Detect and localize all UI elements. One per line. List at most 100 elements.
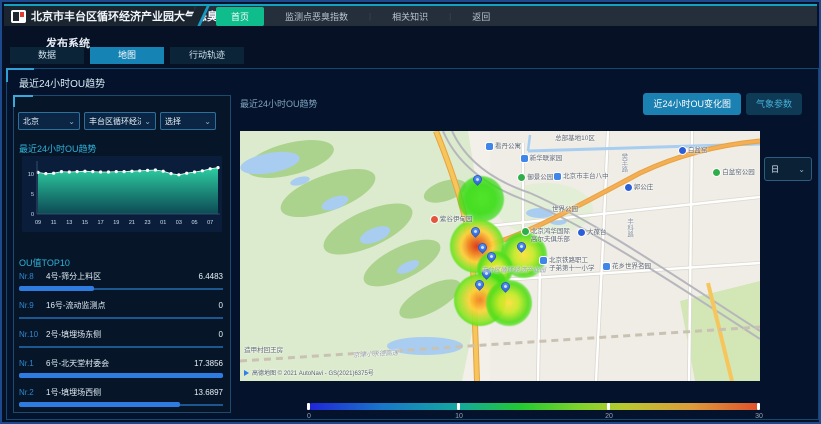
publish-tab-1[interactable]: 数据 xyxy=(10,47,84,64)
ranking-rank: Nr.2 xyxy=(19,388,40,397)
map-canvas[interactable]: 看丹公寓总部基地10区新华联家园御景公园北京市丰台八中郭公庄白盆窑白盆窑公园紫谷… xyxy=(240,131,760,381)
colorbar-tick xyxy=(757,403,760,410)
svg-text:15: 15 xyxy=(82,220,88,226)
colorbar xyxy=(309,403,759,410)
ranking-name: 4号-筛分上料区 xyxy=(46,271,199,282)
map-labels: 看丹公寓总部基地10区新华联家园御景公园北京市丰台八中郭公庄白盆窑白盆窑公园紫谷… xyxy=(240,131,760,381)
map-label: 白盆窑 xyxy=(679,147,708,155)
ranking-row: Nr.10 2号-填埋场东侧0 xyxy=(19,329,223,350)
nav-tab-1[interactable]: 首页 xyxy=(216,7,264,26)
map-label: 造甲村回王房 xyxy=(244,347,283,355)
colorbar-tick-label: 10 xyxy=(455,413,463,420)
map-label-text: 北京市丰台八中 xyxy=(563,173,609,181)
colorbar-tick xyxy=(457,403,460,410)
brand-block: 北京市丰台区循环经济产业园大气恶臭状况实时 xyxy=(4,6,194,26)
ranking-rank: Nr.10 xyxy=(19,330,40,339)
svg-text:17: 17 xyxy=(98,220,104,226)
header-bar: 北京市丰台区循环经济产业园大气恶臭状况实时 首页监测点恶臭指数|相关知识|返回 xyxy=(4,4,817,26)
map-button-1[interactable]: 近24小时OU变化图 xyxy=(643,93,741,115)
map-label: 北京市丰台八中 xyxy=(554,173,609,181)
ranking-bar-fill xyxy=(19,402,180,407)
time-range-value: 日 xyxy=(771,164,779,175)
ranking-value: 6.4483 xyxy=(199,272,223,281)
map-label-text: 京津小永德高速 xyxy=(353,350,399,360)
colorbar-legend: 0102030 xyxy=(309,403,759,423)
map-buttons: 近24小时OU变化图气象参数 xyxy=(643,93,802,115)
svg-text:11: 11 xyxy=(51,220,57,226)
map-label: 看丹公寓 xyxy=(486,143,521,151)
ranking-value: 0 xyxy=(219,330,223,339)
publish-tab-3[interactable]: 行动轨迹 xyxy=(170,47,244,64)
svg-text:0: 0 xyxy=(31,212,34,218)
map-label-text: 白盆窑公园 xyxy=(722,169,755,177)
ranking-rank: Nr.1 xyxy=(19,359,40,368)
nav-tab-3[interactable]: 相关知识 xyxy=(384,7,436,26)
park-poi-icon xyxy=(713,169,720,176)
map-label: 樊羊路 xyxy=(619,153,627,173)
filter-select-1[interactable]: 北京⌄ xyxy=(18,112,80,130)
ranking-bar-track xyxy=(19,346,223,348)
ranking-row: Nr.916号-流动监测点0 xyxy=(19,300,223,321)
ranking-bar-fill xyxy=(19,373,223,378)
map-label-text: 造甲村回王房 xyxy=(244,347,283,355)
svg-text:01: 01 xyxy=(160,220,166,226)
map-label: 京津小永德高速 xyxy=(353,350,399,360)
panel-title: 最近24小时OU趋势 xyxy=(19,75,105,90)
svg-text:19: 19 xyxy=(113,220,119,226)
svg-text:03: 03 xyxy=(176,220,182,226)
nav-tab-2[interactable]: 监测点恶臭指数 xyxy=(277,7,356,26)
map-label: 新华联家园 xyxy=(521,155,563,163)
map-label: 世界公园 xyxy=(552,206,578,214)
ranking-row: Nr.8 4号-筛分上料区6.4483 xyxy=(19,271,223,292)
map-label-text: 郭公庄 xyxy=(634,184,654,192)
publish-tab-2[interactable]: 地图 xyxy=(90,47,164,64)
svg-text:09: 09 xyxy=(35,220,41,226)
blue-poi-icon xyxy=(603,263,610,270)
ranking-row: Nr.16号-北天堂村委会17.3856 xyxy=(19,358,223,379)
nav-tab-4[interactable]: 返回 xyxy=(464,7,498,26)
app-frame: 北京市丰台区循环经济产业园大气恶臭状况实时 首页监测点恶臭指数|相关知识|返回 … xyxy=(0,0,821,424)
ranking-name: 2号-填埋场东侧 xyxy=(46,329,219,340)
blue-poi-icon xyxy=(521,155,528,162)
ranking-name: 6号-北天堂村委会 xyxy=(46,358,194,369)
blue-poi-icon xyxy=(486,143,493,150)
colorbar-tick-label: 30 xyxy=(755,413,763,420)
ranking-rank: Nr.9 xyxy=(19,301,40,310)
colorbar-tick-label: 20 xyxy=(605,413,613,420)
ranking-title: OU值TOP10 xyxy=(19,256,70,269)
map-label: 花乡世界名园 xyxy=(603,263,651,271)
ranking-value: 13.6897 xyxy=(194,388,223,397)
time-range-select[interactable]: 日 ⌄ xyxy=(764,157,812,181)
trend-chart: 0510091113151719212301030507 xyxy=(22,156,222,232)
ranking-bar-fill xyxy=(19,286,94,291)
filter-select-2[interactable]: 丰台区循环经济产⌄ xyxy=(84,112,156,130)
colorbar-tick xyxy=(307,403,310,410)
metro-poi-icon xyxy=(625,184,632,191)
nav-separator: | xyxy=(449,12,451,21)
publish-tabs: 数据地图行动轨迹 xyxy=(10,47,244,64)
ranking-list: Nr.84号-筛分上料区6.4483Nr.916号-流动监测点0Nr.102号-… xyxy=(19,271,223,416)
filter-select-3[interactable]: 选择 ⌄ xyxy=(160,112,216,130)
map-label-text: 高尔夫俱乐部 xyxy=(531,236,570,244)
chevron-down-icon: ⌄ xyxy=(204,117,211,126)
map-label-text: 总部基地10区 xyxy=(555,135,595,143)
map-label: 御景公园 xyxy=(518,174,553,182)
park-poi-icon xyxy=(522,228,529,235)
svg-text:5: 5 xyxy=(31,192,34,198)
nav-tabs: 首页监测点恶臭指数|相关知识|返回 xyxy=(216,6,498,26)
map-label: 丰科路 xyxy=(625,218,633,238)
blue-poi-icon xyxy=(554,173,561,180)
map-label: 北京铁路职工子弟第十一小学 xyxy=(540,257,595,273)
map-label: 总部基地10区 xyxy=(555,135,595,143)
map-label: 北京鸿华国际高尔夫俱乐部 xyxy=(522,228,570,244)
colorbar-tick-label: 0 xyxy=(307,413,311,420)
metro-poi-icon xyxy=(679,147,686,154)
map-label-text: 北京鸿华国际 xyxy=(531,228,570,236)
filter-value: 选择 xyxy=(165,116,181,127)
map-button-2[interactable]: 气象参数 xyxy=(746,93,802,115)
map-label: 大葆台 xyxy=(578,229,607,237)
svg-text:05: 05 xyxy=(191,220,197,226)
ranking-value: 0 xyxy=(219,301,223,310)
map-label-text: 白盆窑 xyxy=(688,147,708,155)
ranking-rank: Nr.8 xyxy=(19,272,40,281)
